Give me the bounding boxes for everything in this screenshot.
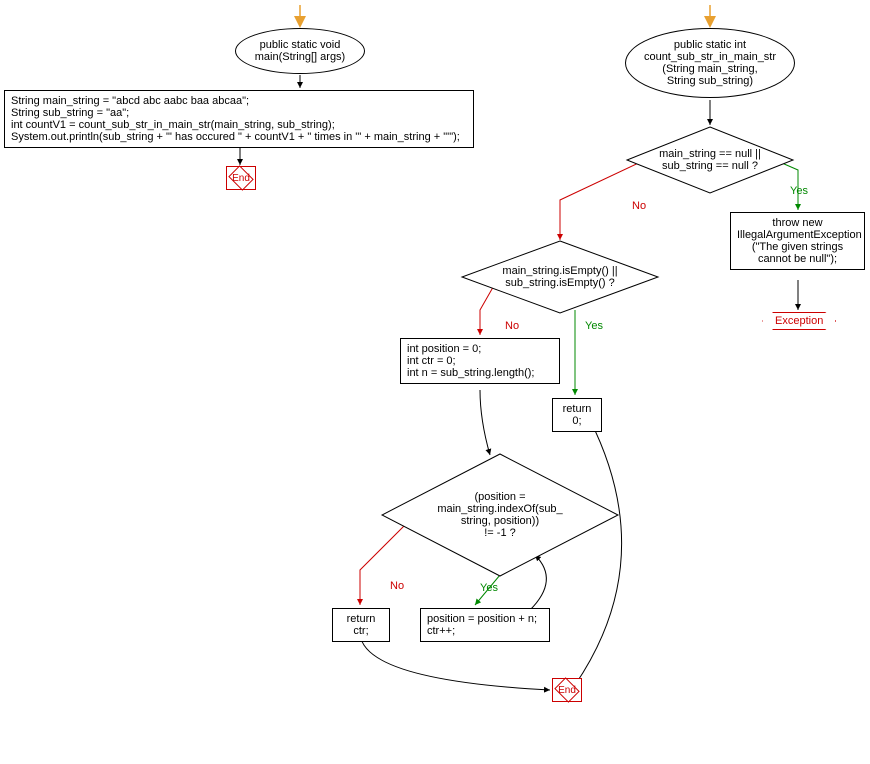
null-check-diamond: main_string == null || sub_string == nul…: [655, 128, 765, 192]
empty-yes-label: Yes: [585, 320, 603, 332]
null-yes-label: Yes: [790, 185, 808, 197]
return-ctr-text: return ctr;: [347, 613, 376, 637]
main-end: End: [226, 166, 256, 190]
loop-cond-diamond: (position = main_string.indexOf(sub_ str…: [390, 455, 610, 575]
empty-check-text: main_string.isEmpty() || sub_string.isEm…: [502, 265, 617, 289]
return0-rect: return 0;: [552, 398, 602, 432]
empty-no-label: No: [505, 320, 519, 332]
count-entry-text: public static int count_sub_str_in_main_…: [644, 39, 776, 87]
init-rect: int position = 0; int ctr = 0; int n = s…: [400, 338, 560, 384]
exception-text: Exception: [775, 315, 823, 327]
count-end-text: End: [558, 685, 576, 696]
count-entry-ellipse: public static int count_sub_str_in_main_…: [625, 28, 795, 98]
null-no-label: No: [632, 200, 646, 212]
null-check-text: main_string == null || sub_string == nul…: [659, 148, 761, 172]
empty-check-diamond: main_string.isEmpty() || sub_string.isEm…: [475, 242, 645, 312]
loop-body-rect: position = position + n; ctr++;: [420, 608, 550, 642]
throw-text: throw new IllegalArgumentException ("The…: [737, 217, 862, 265]
throw-rect: throw new IllegalArgumentException ("The…: [730, 212, 865, 270]
init-text: int position = 0; int ctr = 0; int n = s…: [407, 343, 553, 379]
main-end-text: End: [232, 173, 250, 184]
loop-yes-label: Yes: [480, 582, 498, 594]
exception-node: Exception: [762, 312, 836, 330]
loop-no-label: No: [390, 580, 404, 592]
main-body-text: String main_string = "abcd abc aabc baa …: [11, 95, 467, 143]
return-ctr-rect: return ctr;: [332, 608, 390, 642]
main-body-rect: String main_string = "abcd abc aabc baa …: [4, 90, 474, 148]
main-entry-text: public static void main(String[] args): [255, 39, 345, 63]
loop-body-text: position = position + n; ctr++;: [427, 613, 543, 637]
main-entry-ellipse: public static void main(String[] args): [235, 28, 365, 74]
return0-text: return 0;: [563, 403, 592, 427]
loop-cond-text: (position = main_string.indexOf(sub_ str…: [437, 491, 562, 539]
count-end: End: [552, 678, 582, 702]
